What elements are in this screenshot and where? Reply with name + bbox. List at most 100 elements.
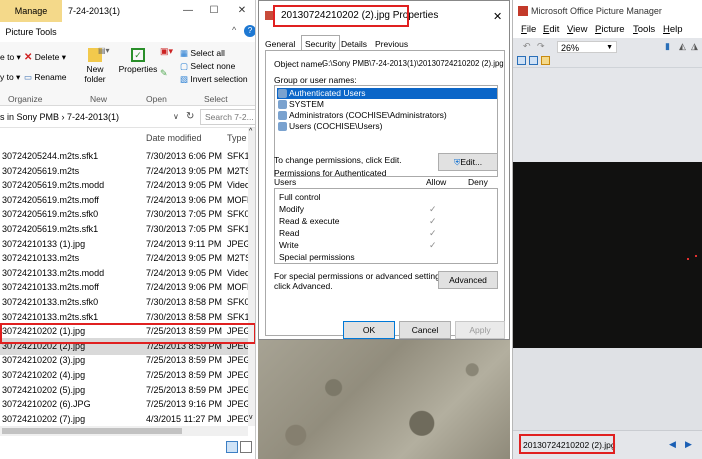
menu-help-rest: elp — [669, 24, 683, 35]
menu-picture[interactable]: Picture — [595, 24, 625, 35]
address-bar[interactable]: s in Sony PMB › 7-24-2013(1) ∨ ↻ Search … — [0, 106, 255, 128]
refresh-icon[interactable]: ↻ — [186, 106, 194, 128]
list-item-users[interactable]: Users (COCHISE\Users) — [277, 121, 383, 132]
new-item-icon[interactable]: ▤▾ — [98, 46, 110, 55]
move-to-button[interactable]: e to ▾ — [0, 52, 21, 63]
close-button[interactable]: ✕ — [230, 0, 254, 22]
redo-icon[interactable]: ↷ — [537, 41, 545, 52]
vertical-scrollbar[interactable]: ^ v — [248, 128, 255, 426]
delete-icon: ✕ — [24, 52, 33, 64]
perm-write: Write — [279, 240, 299, 250]
user-name: Authenticated Users — [289, 88, 366, 98]
picture-area-bottom — [513, 348, 702, 430]
group-organize: Organize — [8, 94, 43, 104]
rename-button[interactable]: ▭ Rename — [24, 72, 67, 83]
move-to-label: e to ▾ — [0, 52, 21, 62]
menu-view-rest: iew — [573, 24, 588, 35]
object-name-value: G:\Sony PMB\7-24-2013(1)\20130724210202 … — [322, 59, 504, 68]
delete-button[interactable]: ✕ Delete ▾ — [24, 52, 66, 63]
thumbnail-view-icon[interactable] — [517, 56, 526, 65]
picture-manager-status: 20130724210202 (2).jpg ◀ ▶ — [513, 430, 702, 459]
scroll-up-icon[interactable]: ^ — [249, 128, 252, 135]
picture-preview — [513, 162, 702, 348]
column-date-modified[interactable]: Date modified — [146, 128, 202, 148]
apply-button[interactable]: Apply — [455, 321, 505, 339]
list-item-authenticated-users[interactable]: Authenticated Users — [277, 88, 497, 99]
details-view-icon[interactable] — [226, 441, 238, 453]
menu-help[interactable]: Help — [663, 24, 683, 35]
tab-manage[interactable]: Manage — [0, 0, 62, 22]
undo-icon[interactable]: ↶ — [523, 41, 531, 52]
perm-modify: Modify — [279, 204, 305, 214]
menu-edit[interactable]: Edit — [543, 24, 559, 35]
perm-special: Special permissions — [279, 252, 355, 262]
horizontal-scrollbar[interactable] — [0, 426, 248, 436]
user-name: Users (COCHISE\Users) — [289, 121, 383, 131]
search-input[interactable]: Search 7-2... — [200, 109, 255, 125]
column-type[interactable]: Type — [227, 128, 247, 148]
invert-selection-button[interactable]: ▧ Invert selection — [180, 74, 248, 85]
breadcrumb[interactable]: s in Sony PMB › 7-24-2013(1) — [0, 106, 119, 128]
tab-general[interactable]: General — [265, 37, 295, 51]
select-all-label: Select all — [190, 48, 225, 58]
help-icon[interactable]: ? — [244, 25, 255, 37]
ok-button[interactable]: OK — [343, 321, 395, 339]
previous-picture-icon[interactable]: ◀ — [669, 439, 676, 450]
tab-picture-tools[interactable]: Picture Tools — [0, 22, 62, 42]
chevron-down-icon: ▼ — [606, 44, 613, 51]
properties-dialog: 20130724210202 (2).jpg Properties ✕ Gene… — [258, 0, 510, 340]
allow-header: Allow — [426, 177, 447, 187]
collapse-ribbon-icon[interactable]: ^ — [232, 25, 236, 35]
rotate-left-icon[interactable]: ◭ — [679, 41, 686, 52]
picture-manager-titlebar: Microsoft Office Picture Manager — [513, 0, 702, 22]
menu-bar: File Edit View Picture Tools Help — [513, 22, 702, 38]
open-icon[interactable]: ▣▾ — [160, 46, 173, 57]
menu-tools-rest: ools — [637, 24, 656, 35]
single-picture-view-icon[interactable] — [541, 56, 550, 65]
filmstrip-view-icon[interactable] — [529, 56, 538, 65]
select-none-button[interactable]: ▢ Select none — [180, 61, 235, 72]
tab-details[interactable]: Details — [341, 37, 367, 51]
menu-file[interactable]: File — [521, 24, 536, 35]
select-all-button[interactable]: ▦ Select all — [180, 48, 225, 59]
rotate-right-icon[interactable]: ◮ — [691, 41, 698, 52]
status-bar — [0, 436, 255, 459]
edit-icon[interactable]: ✎ — [160, 68, 168, 79]
highlight-filename — [519, 434, 615, 454]
allow-check-icon: ✓ — [429, 240, 437, 250]
close-icon[interactable]: ✕ — [493, 10, 502, 23]
scroll-down-icon[interactable]: v — [249, 414, 253, 421]
advanced-button[interactable]: Advanced — [438, 271, 498, 289]
chevron-down-icon[interactable]: ∨ — [173, 106, 179, 128]
file-explorer-window: Manage 7-24-2013(1) — ☐ ✕ Picture Tools … — [0, 0, 256, 459]
menu-edit-rest: dit — [549, 24, 560, 35]
list-item-system[interactable]: SYSTEM — [277, 99, 324, 110]
rename-label: Rename — [34, 72, 67, 82]
minimize-button[interactable]: — — [176, 0, 200, 22]
picture-manager-window: Microsoft Office Picture Manager File Ed… — [512, 0, 702, 459]
menu-help-mnemonic: H — [663, 24, 670, 35]
zoom-value: 26% — [561, 43, 580, 53]
allow-check-icon: ✓ — [429, 228, 437, 238]
menu-view[interactable]: View — [567, 24, 587, 35]
invert-selection-label: Invert selection — [190, 74, 248, 84]
properties-button[interactable]: ✓ Properties — [118, 48, 158, 74]
permissions-list: Full control Modify Read & execute Read … — [274, 188, 498, 264]
scroll-thumb[interactable] — [2, 428, 182, 434]
copy-to-button[interactable]: y to ▾ — [0, 72, 20, 83]
next-picture-icon[interactable]: ▶ — [685, 439, 692, 450]
cancel-button[interactable]: Cancel — [399, 321, 451, 339]
special-text-line1: For special permissions or advanced sett… — [274, 271, 447, 281]
menu-tools[interactable]: Tools — [633, 24, 655, 35]
zoom-slider-icon[interactable]: ▮ — [665, 41, 670, 52]
edit-button[interactable]: ⛨Edit... — [438, 153, 498, 171]
list-item-administrators[interactable]: Administrators (COCHISE\Administrators) — [277, 110, 447, 121]
thumbnail-view-icon[interactable] — [240, 441, 252, 453]
maximize-button[interactable]: ☐ — [202, 0, 226, 22]
red-light-point — [695, 255, 697, 257]
highlight-selected-file — [0, 323, 255, 344]
deny-header: Deny — [468, 177, 488, 187]
special-permissions-text: For special permissions or advanced sett… — [274, 271, 446, 291]
edit-button-label: Edit... — [460, 157, 483, 167]
zoom-select[interactable]: 26% ▼ — [557, 41, 617, 53]
